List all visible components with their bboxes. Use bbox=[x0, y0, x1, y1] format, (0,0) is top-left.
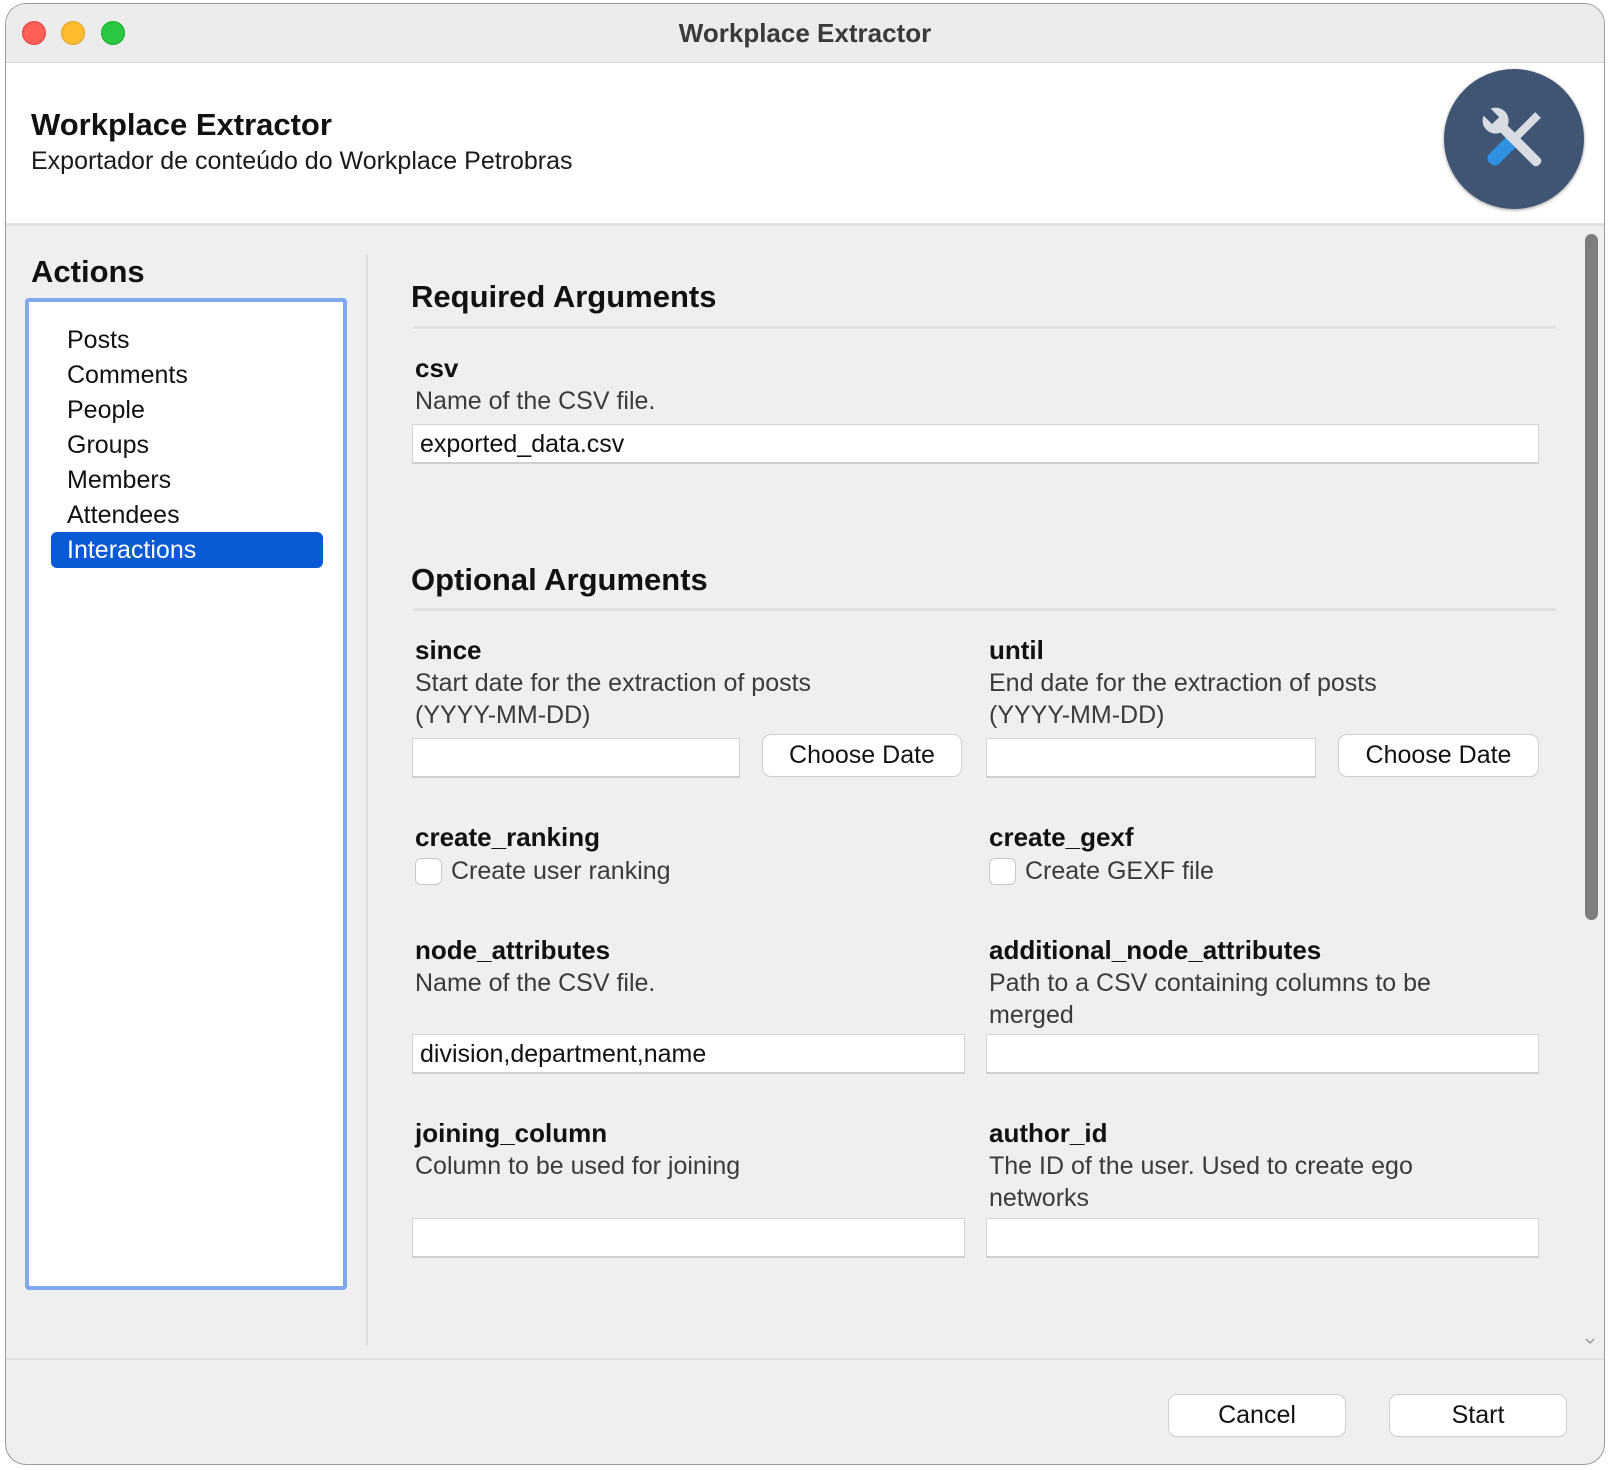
content-scrollbar-thumb[interactable] bbox=[1585, 234, 1598, 920]
since-description: Start date for the extraction of posts (… bbox=[415, 667, 811, 731]
app-title: Workplace Extractor bbox=[31, 107, 332, 142]
create-ranking-checkbox-label[interactable]: Create user ranking bbox=[451, 855, 671, 887]
joining-column-label: joining_column bbox=[415, 1118, 608, 1148]
create-gexf-option[interactable]: Create GEXF file bbox=[989, 855, 1389, 887]
create-ranking-checkbox[interactable] bbox=[415, 858, 442, 885]
additional-node-attributes-description-line2: merged bbox=[989, 1001, 1074, 1029]
node-attributes-description: Name of the CSV file. bbox=[415, 969, 656, 997]
author-id-description-line2: networks bbox=[989, 1184, 1090, 1212]
csv-description: Name of the CSV file. bbox=[415, 387, 656, 415]
required-arguments-heading: Required Arguments bbox=[411, 279, 717, 314]
since-description-line1: Start date for the extraction of posts bbox=[415, 669, 812, 697]
scroll-down-arrow-icon[interactable] bbox=[1585, 1338, 1595, 1344]
optional-arguments-heading: Optional Arguments bbox=[411, 562, 708, 597]
app-subtitle: Exportador de conteúdo do Workplace Petr… bbox=[31, 147, 573, 175]
author-id-input[interactable] bbox=[986, 1218, 1539, 1258]
tools-icon bbox=[1444, 69, 1584, 209]
sidebar-item-attendees[interactable]: Attendees bbox=[51, 497, 323, 533]
create-gexf-label: create_gexf bbox=[989, 822, 1134, 852]
sidebar-item-posts[interactable]: Posts bbox=[51, 322, 323, 358]
sidebar-item-people[interactable]: People bbox=[51, 392, 323, 428]
joining-column-input[interactable] bbox=[412, 1218, 965, 1258]
author-id-description-line1: The ID of the user. Used to create ego bbox=[989, 1152, 1413, 1180]
since-input[interactable] bbox=[412, 738, 740, 778]
node-attributes-input[interactable]: division,department,name bbox=[412, 1034, 965, 1074]
until-description: End date for the extraction of posts (YY… bbox=[989, 667, 1377, 731]
since-label: since bbox=[415, 635, 482, 665]
additional-node-attributes-description-line1: Path to a CSV containing columns to be bbox=[989, 969, 1431, 997]
until-choose-date-button[interactable]: Choose Date bbox=[1339, 735, 1538, 776]
additional-node-attributes-label: additional_node_attributes bbox=[989, 935, 1322, 965]
optional-divider bbox=[413, 608, 1556, 611]
window-title: Workplace Extractor bbox=[678, 18, 932, 48]
actions-list[interactable]: Posts Comments People Groups Members Att… bbox=[25, 298, 347, 1290]
author-id-description: The ID of the user. Used to create ego n… bbox=[989, 1150, 1413, 1214]
create-gexf-checkbox-label[interactable]: Create GEXF file bbox=[1025, 855, 1214, 887]
create-ranking-label: create_ranking bbox=[415, 822, 600, 852]
create-ranking-option[interactable]: Create user ranking bbox=[415, 855, 815, 887]
required-divider bbox=[413, 326, 1556, 329]
sidebar-item-groups[interactable]: Groups bbox=[51, 427, 323, 463]
csv-label: csv bbox=[415, 353, 459, 383]
start-button[interactable]: Start bbox=[1390, 1395, 1566, 1436]
pane-divider bbox=[366, 254, 368, 1346]
additional-node-attributes-input[interactable] bbox=[986, 1034, 1539, 1074]
until-description-line1: End date for the extraction of posts bbox=[989, 669, 1377, 697]
node-attributes-label: node_attributes bbox=[415, 935, 611, 965]
actions-heading: Actions bbox=[31, 254, 145, 289]
additional-node-attributes-description: Path to a CSV containing columns to be m… bbox=[989, 967, 1431, 1031]
until-input[interactable] bbox=[986, 738, 1316, 778]
cancel-button[interactable]: Cancel bbox=[1169, 1395, 1345, 1436]
sidebar-item-members[interactable]: Members bbox=[51, 462, 323, 498]
sidebar-item-comments[interactable]: Comments bbox=[51, 357, 323, 393]
sidebar-item-interactions[interactable]: Interactions bbox=[51, 532, 323, 568]
since-choose-date-button[interactable]: Choose Date bbox=[763, 735, 961, 776]
joining-column-description: Column to be used for joining bbox=[415, 1152, 741, 1180]
until-description-line2: (YYYY-MM-DD) bbox=[989, 701, 1165, 729]
create-gexf-checkbox[interactable] bbox=[989, 858, 1016, 885]
title-bar: Workplace Extractor bbox=[6, 4, 1604, 63]
csv-input[interactable]: exported_data.csv bbox=[412, 424, 1539, 464]
author-id-label: author_id bbox=[989, 1118, 1108, 1148]
since-description-line2: (YYYY-MM-DD) bbox=[415, 701, 591, 729]
footer-divider bbox=[6, 1358, 1604, 1360]
header-panel: Workplace Extractor Exportador de conteú… bbox=[6, 63, 1604, 226]
until-label: until bbox=[989, 635, 1044, 665]
app-window: Workplace Extractor Workplace Extractor … bbox=[6, 4, 1604, 1464]
